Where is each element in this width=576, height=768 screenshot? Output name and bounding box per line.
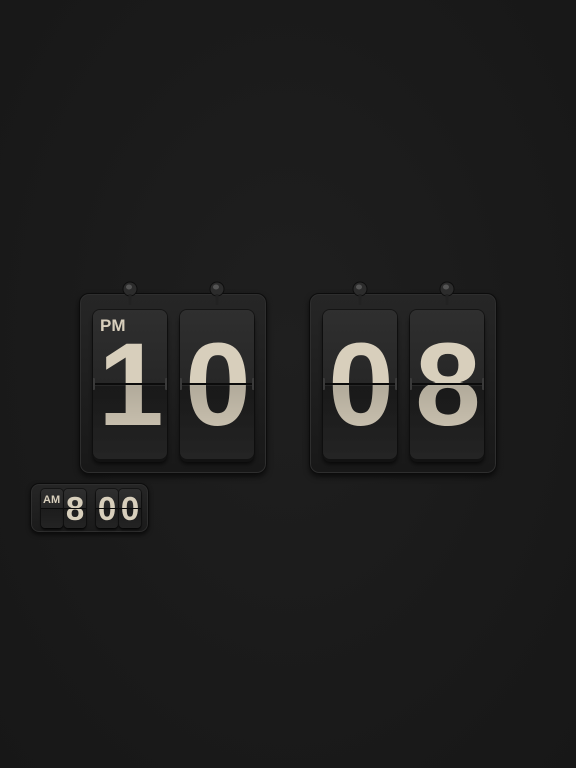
hour-ones-card: 0	[180, 310, 254, 459]
card-hinge	[410, 383, 484, 385]
minute-ones-digit: 8	[415, 319, 481, 451]
hour-tens-digit: 1	[98, 319, 164, 451]
minute-tens-digit: 0	[328, 319, 394, 451]
hour-tens-card: PM 1	[93, 310, 167, 459]
minute-tens-card: 0	[323, 310, 397, 459]
card-hinge	[93, 383, 167, 385]
minutes-panel[interactable]: 0 8	[309, 281, 497, 474]
hour-ones-digit: 0	[185, 319, 251, 451]
alarm-minute-ones-card: 0	[119, 489, 141, 528]
card-hinge	[323, 383, 397, 385]
pin-icon	[122, 281, 138, 305]
alarm-hour-ones-card: 8	[64, 489, 86, 528]
pin-icon	[352, 281, 368, 305]
card-hinge	[180, 383, 254, 385]
minute-ones-card: 8	[410, 310, 484, 459]
alarm-minute-tens-card: 0	[96, 489, 118, 528]
pin-icon	[209, 281, 225, 305]
flip-clock-screen: PM 1 0 0 8 AM 8 0 0	[0, 0, 576, 768]
meridiem-label: PM	[100, 316, 126, 335]
pin-icon	[439, 281, 455, 305]
hours-panel[interactable]: PM 1 0	[79, 281, 267, 474]
alarm-widget[interactable]: AM 8 0 0	[30, 483, 149, 533]
alarm-meridiem-label: AM	[43, 494, 61, 506]
